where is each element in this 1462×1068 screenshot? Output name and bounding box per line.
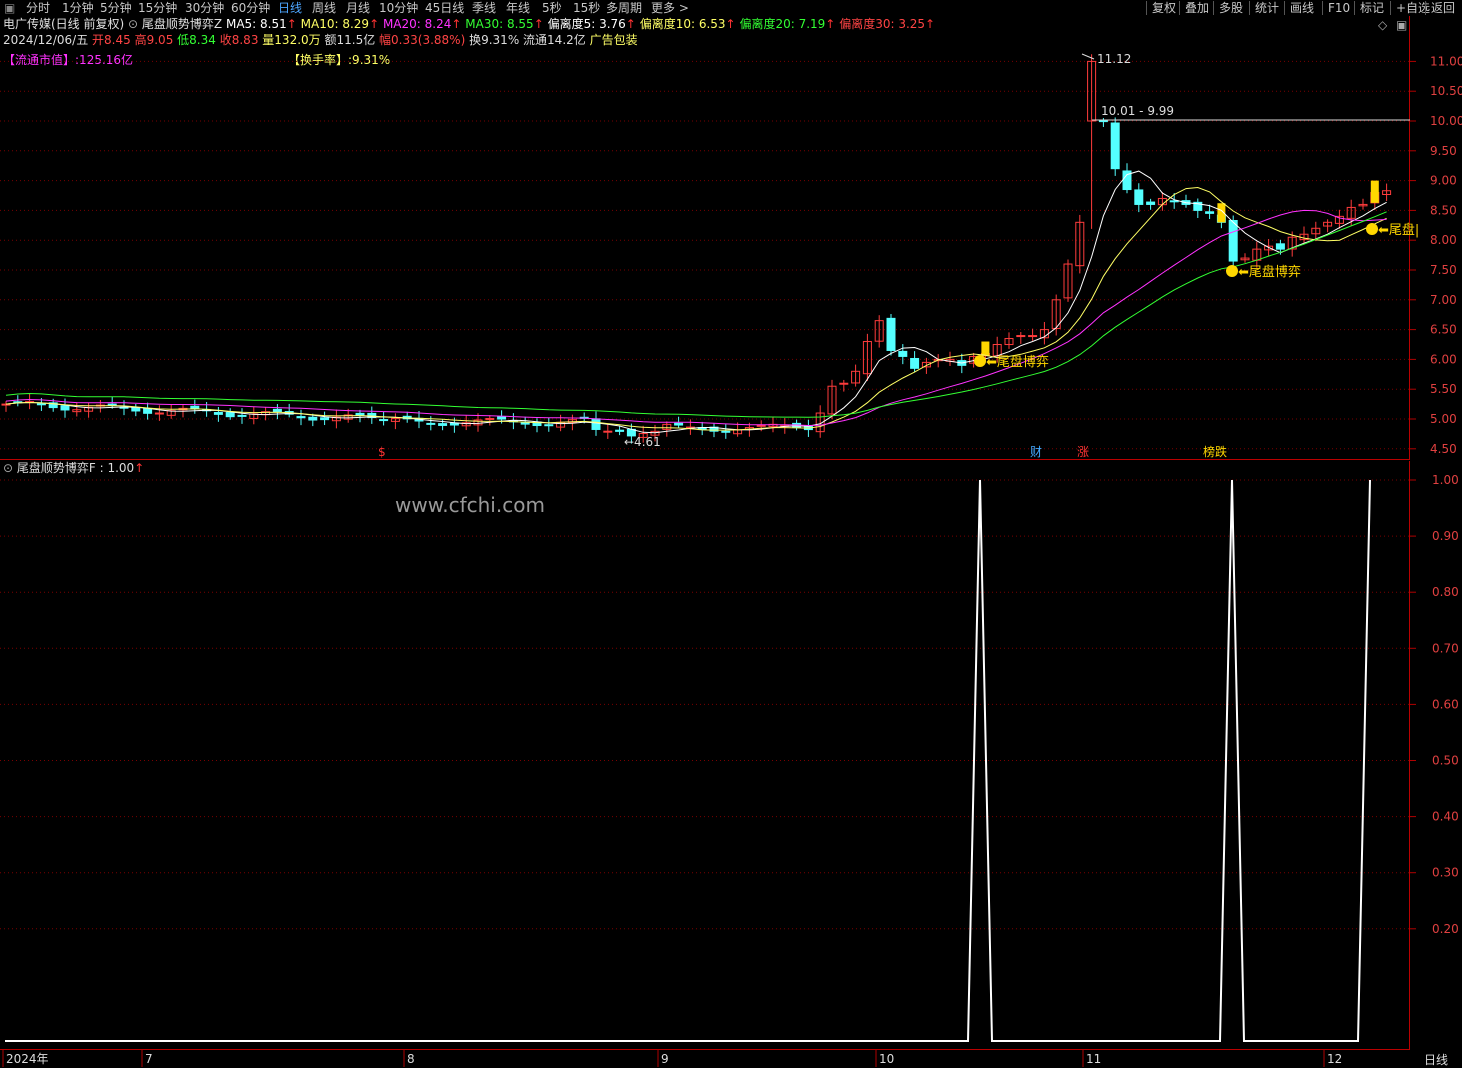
candle-body (520, 422, 530, 425)
price-axis-label: 4.50 (1430, 442, 1457, 456)
sub-axis-label: 0.40 (1432, 810, 1459, 824)
candle-body (615, 429, 625, 432)
candle-body (1016, 335, 1026, 338)
candle-body (213, 412, 223, 415)
event-marker: 榜跌 (1203, 444, 1227, 459)
price-axis-label: 6.00 (1430, 352, 1457, 366)
candle-body (497, 416, 507, 420)
candle-body (674, 422, 684, 426)
high-pointer (1081, 53, 1095, 60)
signal-label: ⬅尾盘| (1378, 222, 1419, 238)
candle-body (1205, 211, 1215, 214)
sub-axis-label: 0.20 (1432, 922, 1459, 936)
signal-label: ⬅尾盘博弈 (1238, 264, 1301, 280)
candle-body (910, 357, 920, 369)
price-axis-label: 11.00 (1430, 54, 1462, 68)
sub-axis-label: 0.50 (1432, 754, 1459, 768)
date-label: 11 (1086, 1052, 1101, 1066)
signal-candle (981, 341, 990, 356)
event-marker: 涨 (1077, 444, 1089, 459)
candle-body (355, 412, 365, 416)
high-label: 11.12 (1097, 52, 1131, 66)
date-label: 7 (145, 1052, 153, 1066)
ma30-line (5, 211, 1387, 418)
candle-body (1275, 243, 1285, 250)
candle-body (379, 419, 389, 422)
ma20-line (5, 209, 1387, 427)
candle-body (296, 416, 306, 419)
date-label: 10 (879, 1052, 894, 1066)
price-axis-label: 10.00 (1430, 114, 1462, 128)
sub-axis-label: 0.60 (1432, 697, 1459, 711)
signal-candle (1370, 180, 1379, 203)
sub-axis-label: 0.90 (1432, 529, 1459, 543)
candle-body (237, 414, 247, 417)
candle-body (1134, 189, 1144, 205)
date-label: 2024年 (6, 1052, 49, 1066)
indicator-chart[interactable]: 1.00 0.90 0.80 0.70 0.60 0.50 0.40 0.30 0.20 (0, 461, 1462, 1051)
price-axis-label: 8.50 (1430, 203, 1457, 217)
low-label: ←4.61 (624, 435, 661, 449)
signal-coin-icon (974, 355, 986, 367)
date-label: 12 (1327, 1052, 1342, 1066)
date-axis: 2024年 7 8 9 10 11 12 (2, 1050, 1342, 1067)
candle-body (1098, 119, 1108, 123)
candle-body (721, 430, 731, 433)
period-label[interactable]: 日线 (1424, 1051, 1448, 1068)
candle-body (591, 418, 601, 430)
event-marker: 财 (1030, 445, 1042, 459)
candle-body (485, 417, 495, 420)
signal-line (5, 479, 1371, 1042)
price-axis-label: 7.50 (1430, 263, 1457, 277)
date-label: 8 (407, 1052, 415, 1066)
candle-body (190, 405, 200, 409)
candle-body (839, 382, 849, 385)
price-axis-label: 5.00 (1430, 412, 1457, 426)
kline-chart[interactable]: 11.00 10.50 10.00 9.50 9.00 8.50 8.00 7.50 7.00 6… (0, 0, 1462, 461)
candle-body (1146, 201, 1156, 205)
candle-body (131, 407, 141, 412)
sub-axis-label: 0.30 (1432, 866, 1459, 880)
candle-body (886, 317, 896, 351)
event-marker: $ (378, 445, 386, 459)
date-label: 9 (661, 1052, 669, 1066)
range-label: 10.01 - 9.99 (1101, 104, 1174, 118)
candle-body (60, 405, 70, 411)
candle-body (603, 430, 613, 433)
candle-body (438, 423, 448, 426)
price-axis-label: 9.50 (1430, 144, 1457, 158)
sub-axis-label: 0.70 (1432, 641, 1459, 655)
price-axis-label: 6.50 (1430, 323, 1457, 337)
price-axis-label: 5.50 (1430, 382, 1457, 396)
price-axis-label: 9.00 (1430, 174, 1457, 188)
signal-coin-icon (1226, 265, 1238, 277)
sub-axis-label: 1.00 (1432, 473, 1459, 487)
sub-axis-label: 0.80 (1432, 585, 1459, 599)
candle-body (308, 416, 318, 421)
candle-body (225, 412, 235, 418)
candle-body (1169, 200, 1179, 203)
candle-body (544, 424, 554, 427)
candle-body (1110, 122, 1120, 170)
candle-body (756, 424, 766, 427)
candles (1, 54, 1392, 444)
signal-coin-icon (1366, 223, 1378, 235)
price-axis-label: 8.00 (1430, 233, 1457, 247)
price-axis-label: 7.00 (1430, 293, 1457, 307)
candle-body (898, 350, 908, 357)
price-axis-label: 10.50 (1430, 84, 1462, 98)
candle-body (154, 412, 164, 415)
candle-body (36, 403, 46, 406)
candle-body (1228, 219, 1238, 262)
ma10-line (5, 186, 1387, 431)
candle-body (320, 417, 330, 421)
candle-body (107, 403, 117, 406)
signal-label: ⬅尾盘博弈 (986, 354, 1049, 370)
candle-body (1028, 335, 1038, 338)
candle-body (143, 408, 153, 414)
candle-body (272, 408, 282, 413)
candle-body (426, 422, 436, 425)
